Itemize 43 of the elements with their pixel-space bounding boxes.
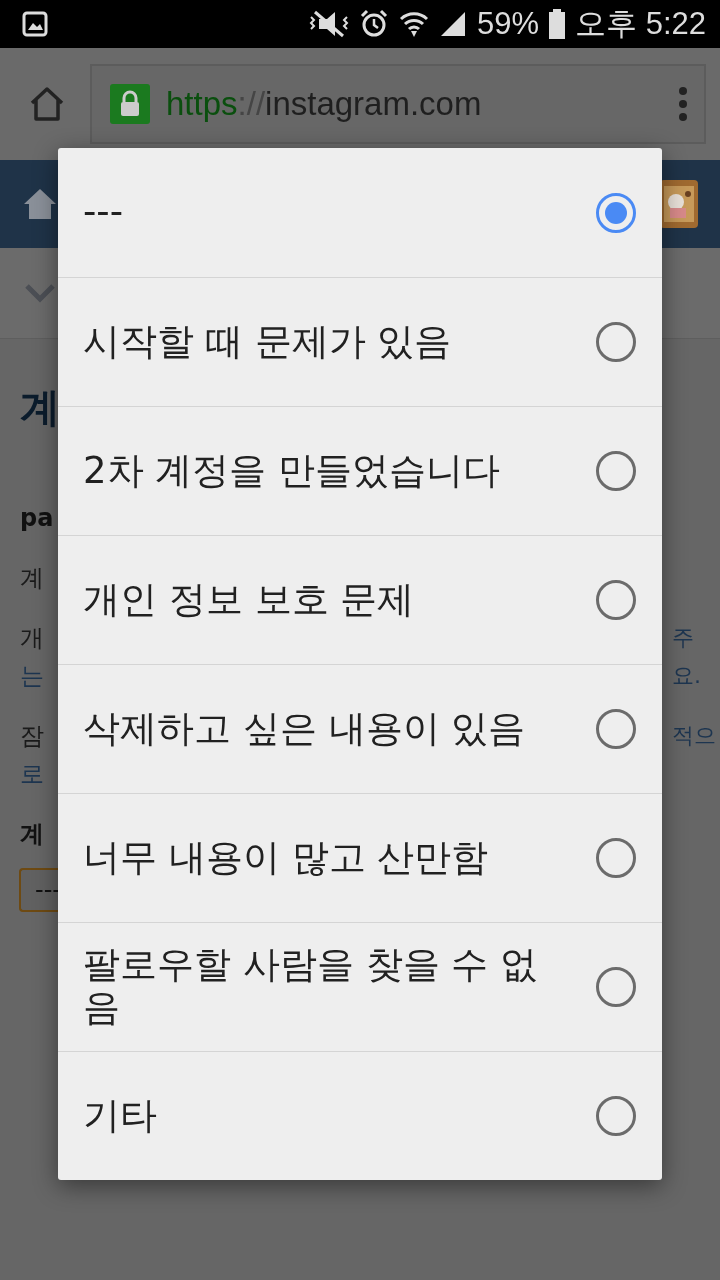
picture-icon: [22, 11, 48, 37]
option-label: 기타: [83, 1094, 158, 1138]
battery-icon: [549, 9, 566, 39]
option-label: ---: [83, 191, 125, 234]
text-fragment: 잠: [20, 722, 44, 750]
radio-button[interactable]: [596, 451, 636, 491]
option-label: 시작할 때 문제가 있음: [83, 320, 453, 364]
signal-icon: [439, 10, 467, 38]
option-row[interactable]: 삭제하고 싶은 내용이 있음: [58, 664, 662, 793]
option-row[interactable]: 너무 내용이 많고 산만함: [58, 793, 662, 922]
option-label: 팔로우할 사람을 찾을 수 없음: [83, 944, 539, 1030]
clock-time: 오후 5:22: [575, 5, 706, 43]
option-row[interactable]: 기타: [58, 1051, 662, 1180]
home-icon[interactable]: [22, 186, 58, 222]
heading-fragment: 계: [20, 383, 60, 430]
radio-button[interactable]: [596, 580, 636, 620]
text-fragment: 개: [20, 624, 44, 652]
option-label: 2차 계정을 만들었습니다: [83, 449, 502, 493]
option-row[interactable]: ---: [58, 148, 662, 277]
battery-percent: 59%: [477, 6, 540, 42]
wifi-icon: [399, 9, 429, 39]
vibrate-mute-icon: [309, 9, 349, 39]
option-row[interactable]: 개인 정보 보호 문제: [58, 535, 662, 664]
text-fragment: pa: [20, 504, 54, 532]
radio-button[interactable]: [596, 192, 636, 233]
option-row[interactable]: 팔로우할 사람을 찾을 수 없음: [58, 922, 662, 1051]
alarm-icon: [359, 9, 389, 39]
option-label: 개인 정보 보호 문제: [83, 578, 416, 622]
radio-button[interactable]: [596, 1096, 636, 1136]
text-fragment: 계: [20, 820, 44, 848]
text-fragment: 계: [20, 564, 44, 592]
radio-button[interactable]: [596, 322, 636, 362]
url-text: https://instagram.com: [166, 85, 483, 123]
lock-icon: [110, 84, 150, 124]
radio-button[interactable]: [596, 967, 636, 1007]
radio-button[interactable]: [596, 838, 636, 878]
option-row[interactable]: 시작할 때 문제가 있음: [58, 277, 662, 406]
menu-icon[interactable]: [678, 86, 688, 122]
option-label: 너무 내용이 많고 산만함: [83, 836, 490, 880]
option-row[interactable]: 2차 계정을 만들었습니다: [58, 406, 662, 535]
option-label: 삭제하고 싶은 내용이 있음: [83, 707, 527, 751]
radio-button[interactable]: [596, 709, 636, 749]
home-icon[interactable]: [28, 86, 66, 122]
